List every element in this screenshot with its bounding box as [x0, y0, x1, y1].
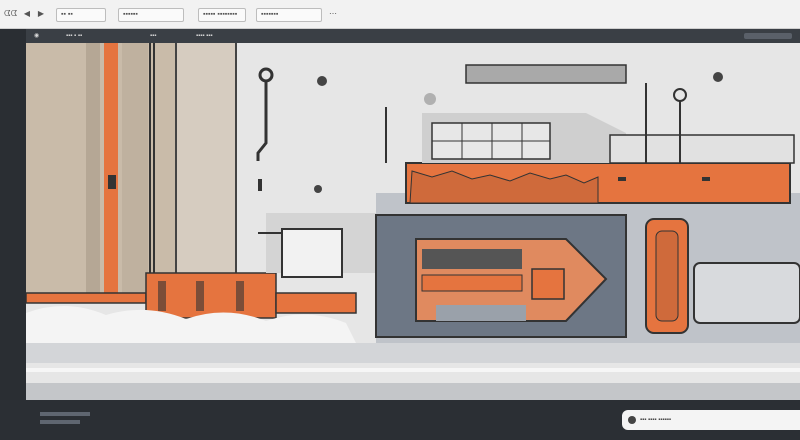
toolbar-label-3[interactable]: ▪▪▪▪ ▪▪▪ — [196, 31, 213, 41]
more-icon[interactable]: ⋯ — [328, 9, 338, 19]
heating-elements — [422, 249, 522, 269]
orange-pipe-vertical — [104, 43, 118, 293]
menu-item-3-label: ▪▪▪▪▪ ▪▪▪▪▪▪▪▪ — [203, 11, 238, 18]
toolbar-icon[interactable]: ◉ — [34, 31, 39, 41]
bottom-control-1[interactable] — [40, 412, 90, 416]
toolbar-label-2[interactable]: ▪▪▪ — [150, 31, 156, 41]
left-wall-panel-light — [176, 43, 236, 293]
floor-stripe — [26, 343, 800, 363]
back-icon[interactable]: ◀ — [22, 9, 32, 19]
status-text: ▪▪▪ ▪▪▪▪ ▪▪▪▪▪▪ — [640, 417, 671, 423]
pump-unit — [693, 262, 800, 324]
right-control-panel — [609, 134, 795, 164]
left-wall-column-2 — [122, 43, 148, 293]
app-title-bar: ᗧᗧ ◀ ▶ ▪▪ ▪▪ ▪▪▪▪▪▪ ▪▪▪▪▪ ▪▪▪▪▪▪▪▪ ▪▪▪▪▪… — [0, 0, 800, 29]
left-rail — [0, 29, 26, 440]
hook-rod — [256, 81, 268, 161]
toolbar-label-1[interactable]: ▪▪▪ ▪ ▪▪ — [66, 31, 82, 41]
illustration-canvas — [26, 43, 800, 400]
furnace-window — [531, 268, 565, 300]
toolbar: ◉ ▪▪▪ ▪ ▪▪ ▪▪▪ ▪▪▪▪ ▪▪▪ — [0, 29, 800, 43]
hook-ring — [258, 67, 274, 83]
menu-item-4-label: ▪▪▪▪▪▪▪ — [261, 11, 279, 18]
app-logo-icon[interactable]: ᗧᗧ — [4, 9, 17, 19]
roller-bar — [465, 64, 627, 84]
left-wall-column — [86, 43, 100, 293]
bottom-control-2[interactable] — [40, 420, 80, 424]
orange-duct-right — [275, 292, 357, 314]
status-toast[interactable]: ▪▪▪ ▪▪▪▪ ▪▪▪▪▪▪ — [622, 410, 800, 430]
forward-icon[interactable]: ▶ — [36, 9, 46, 19]
menu-item-1-label: ▪▪ ▪▪ — [61, 11, 73, 18]
mid-machine-door — [281, 228, 343, 278]
menu-item-1[interactable]: ▪▪ ▪▪ — [56, 8, 106, 22]
menu-item-4[interactable]: ▪▪▪▪▪▪▪ — [256, 8, 322, 22]
menu-item-2[interactable]: ▪▪▪▪▪▪ — [118, 8, 184, 22]
menu-item-2-label: ▪▪▪▪▪▪ — [123, 11, 138, 18]
toolbar-slider[interactable] — [744, 33, 792, 39]
pipe-valve — [108, 175, 116, 189]
industrial-illustration — [26, 43, 800, 400]
status-icon — [628, 416, 636, 424]
bolt-dot — [317, 76, 327, 86]
menu-item-3[interactable]: ▪▪▪▪▪ ▪▪▪▪▪▪▪▪ — [198, 8, 246, 22]
orange-duct-left — [26, 292, 147, 304]
